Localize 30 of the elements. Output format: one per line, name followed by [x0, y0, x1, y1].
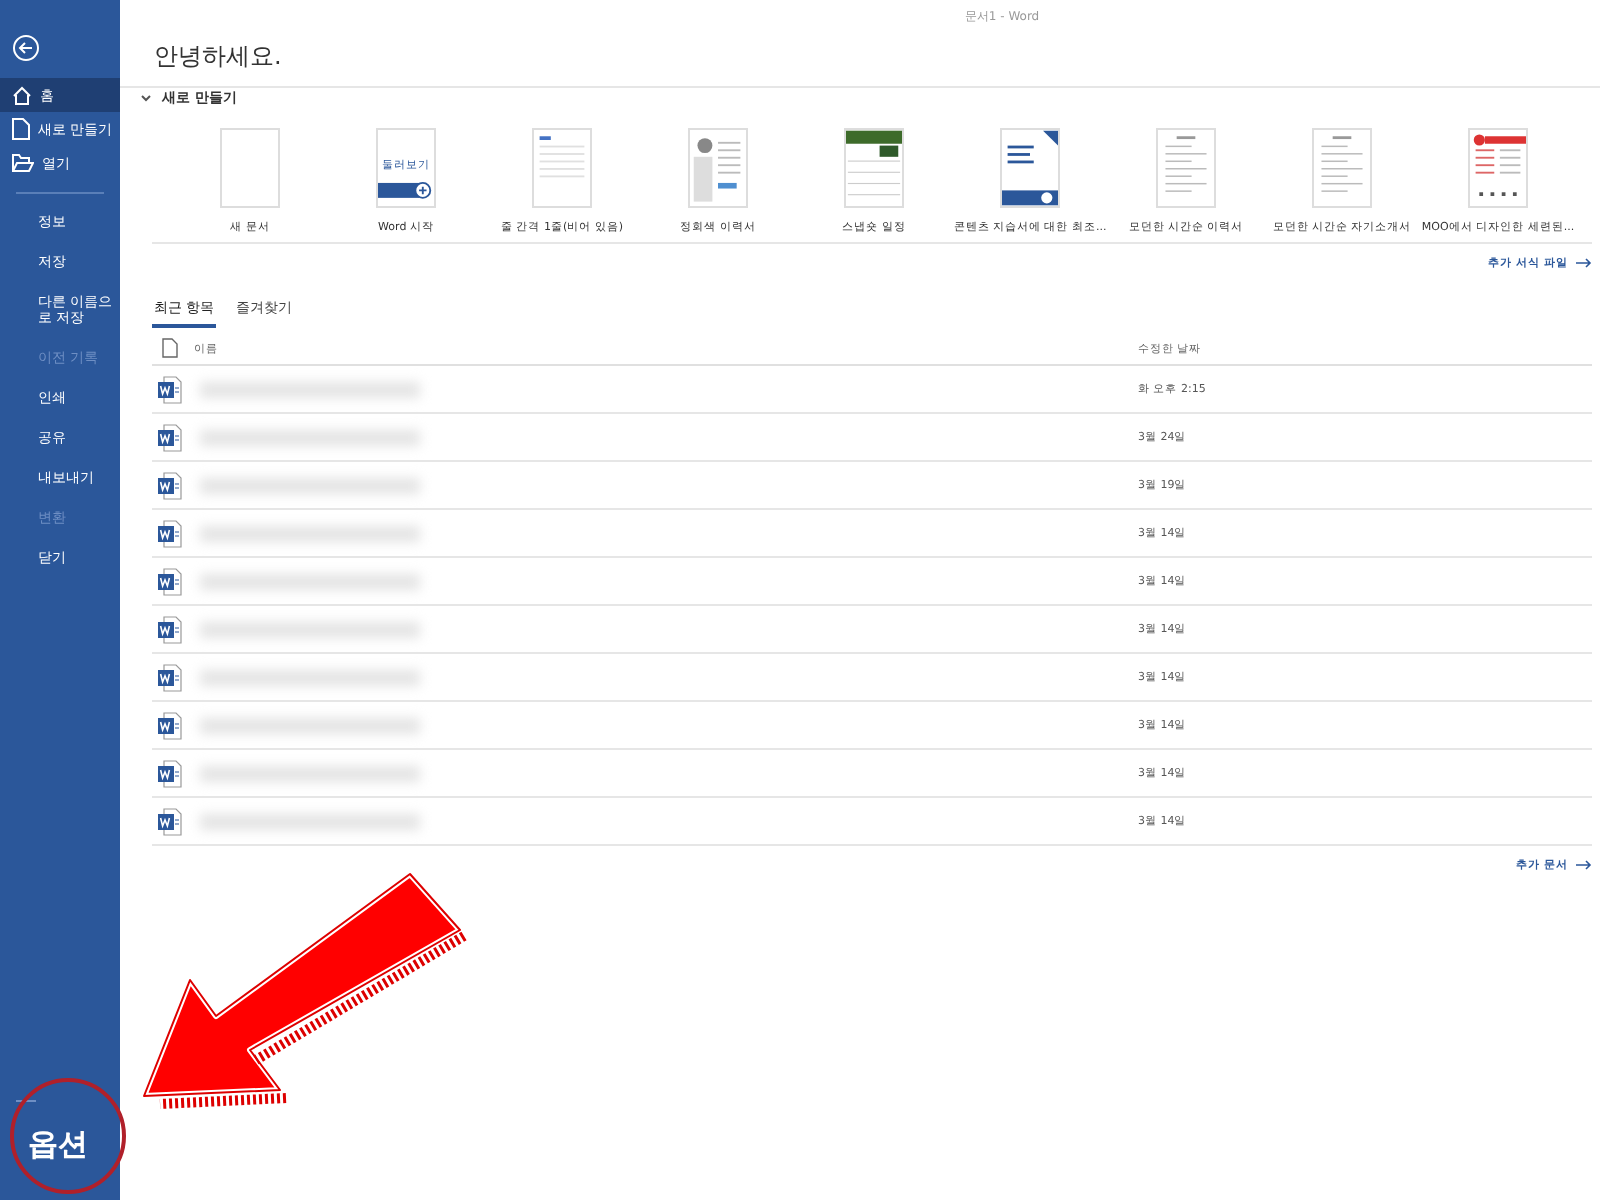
file-icon	[162, 338, 178, 358]
greeting-heading: 안녕하세요.	[120, 24, 1600, 88]
word-file-icon	[158, 711, 182, 739]
template-thumbnail	[844, 128, 904, 208]
template-thumbnail	[532, 128, 592, 208]
arrow-icon	[1576, 860, 1592, 870]
document-icon	[12, 118, 30, 140]
options-item[interactable]: 옵션	[0, 1126, 120, 1200]
word-file-icon	[158, 471, 182, 499]
word-file-icon	[158, 759, 182, 787]
template-thumbnail	[1000, 128, 1060, 208]
word-file-icon	[158, 567, 182, 595]
back-icon[interactable]	[12, 34, 40, 62]
word-file-icon	[158, 807, 182, 835]
template-thumbnail	[1312, 128, 1372, 208]
word-file-icon	[158, 663, 182, 691]
chevron-icon[interactable]	[140, 92, 152, 104]
template-thumbnail	[1468, 128, 1528, 208]
word-file-icon	[158, 519, 182, 547]
home-icon	[12, 85, 32, 105]
template-thumbnail	[220, 128, 280, 208]
start-banner-drawing	[378, 182, 432, 199]
word-file-icon	[158, 615, 182, 643]
word-file-icon	[158, 423, 182, 451]
word-file-icon	[158, 375, 182, 403]
highlight-circle	[10, 1078, 126, 1194]
template-thumbnail	[1156, 128, 1216, 208]
arrow-icon	[1576, 258, 1592, 268]
folder-icon	[12, 154, 34, 172]
template-thumbnail	[688, 128, 748, 208]
